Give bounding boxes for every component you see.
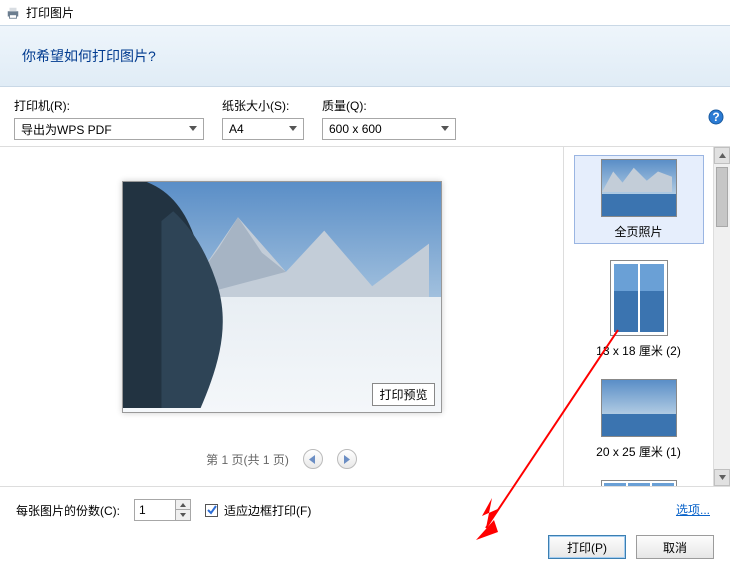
copies-input[interactable] (134, 499, 176, 521)
layout-item-20x25[interactable]: 20 x 25 厘米 (1) (574, 375, 704, 464)
preview-image: 打印预览 (122, 181, 442, 413)
printer-field: 打印机(R): 导出为WPS PDF (14, 97, 204, 140)
layout-label: 全页照片 (614, 223, 662, 240)
layout-label: 13 x 18 厘米 (2) (596, 342, 681, 359)
layout-item-full[interactable]: 全页照片 (574, 155, 704, 244)
layout-scrollbar[interactable] (713, 147, 730, 486)
quality-select[interactable]: 600 x 600 (322, 118, 456, 140)
fit-frame-label: 适应边框打印(F) (224, 502, 311, 519)
printer-select[interactable]: 导出为WPS PDF (14, 118, 204, 140)
printer-label: 打印机(R): (14, 97, 204, 114)
paper-label: 纸张大小(S): (222, 97, 304, 114)
prev-page-button[interactable] (303, 449, 323, 469)
options-link[interactable]: 选项... (676, 501, 710, 518)
layout-item-partial[interactable] (574, 476, 704, 486)
pager: 第 1 页(共 1 页) (206, 449, 357, 469)
print-button[interactable]: 打印(P) (548, 535, 626, 559)
quality-field: 质量(Q): 600 x 600 (322, 97, 456, 140)
layout-label: 20 x 25 厘米 (1) (596, 443, 681, 460)
svg-text:?: ? (712, 110, 719, 124)
printer-icon (6, 6, 20, 20)
chevron-down-icon (437, 121, 453, 137)
button-bar: 打印(P) 取消 (0, 529, 730, 569)
paper-select[interactable]: A4 (222, 118, 304, 140)
copies-down-button[interactable] (176, 510, 190, 520)
next-page-button[interactable] (337, 449, 357, 469)
copies-label: 每张图片的份数(C): (16, 502, 120, 519)
scroll-thumb[interactable] (716, 167, 728, 227)
footer: 每张图片的份数(C): 适应边框打印(F) 选项... (0, 486, 730, 529)
window-title: 打印图片 (26, 4, 74, 21)
help-icon[interactable]: ? (708, 109, 724, 125)
quality-label: 质量(Q): (322, 97, 456, 114)
fit-frame-checkbox[interactable]: 适应边框打印(F) (205, 502, 311, 519)
body-row: 打印预览 第 1 页(共 1 页) 全页照片 13 x 18 厘米 (2) 20… (0, 146, 730, 486)
quality-value: 600 x 600 (329, 122, 382, 136)
pager-text: 第 1 页(共 1 页) (206, 451, 289, 468)
paper-field: 纸张大小(S): A4 (222, 97, 304, 140)
chevron-down-icon (285, 121, 301, 137)
printer-value: 导出为WPS PDF (21, 121, 112, 138)
checkbox-icon (205, 504, 218, 517)
scroll-down-button[interactable] (714, 469, 730, 486)
layout-item-13x18[interactable]: 13 x 18 厘米 (2) (574, 256, 704, 363)
cancel-button[interactable]: 取消 (636, 535, 714, 559)
scroll-up-button[interactable] (714, 147, 730, 164)
layout-pane: 全页照片 13 x 18 厘米 (2) 20 x 25 厘米 (1) (563, 147, 713, 486)
preview-pane: 打印预览 第 1 页(共 1 页) (0, 147, 563, 486)
options-row: 打印机(R): 导出为WPS PDF 纸张大小(S): A4 质量(Q): 60… (0, 87, 730, 146)
titlebar: 打印图片 (0, 0, 730, 25)
preview-tooltip: 打印预览 (372, 383, 434, 406)
copies-up-button[interactable] (176, 500, 190, 510)
header-band: 你希望如何打印图片? (0, 25, 730, 87)
paper-value: A4 (229, 122, 244, 136)
chevron-down-icon (185, 121, 201, 137)
copies-spinner (134, 499, 191, 521)
header-question: 你希望如何打印图片? (22, 46, 708, 66)
